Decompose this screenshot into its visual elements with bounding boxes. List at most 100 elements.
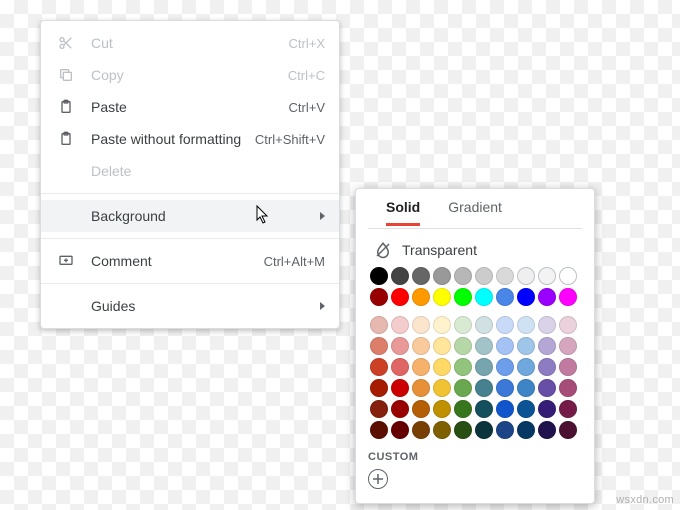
color-swatch[interactable] xyxy=(454,337,472,355)
color-swatch[interactable] xyxy=(475,337,493,355)
menu-item-guides[interactable]: Guides xyxy=(41,290,339,322)
menu-label: Paste xyxy=(91,99,289,115)
color-swatch[interactable] xyxy=(475,288,493,306)
color-swatch[interactable] xyxy=(496,267,514,285)
color-swatch[interactable] xyxy=(538,358,556,376)
color-swatch[interactable] xyxy=(433,421,451,439)
color-swatch[interactable] xyxy=(475,358,493,376)
color-swatch[interactable] xyxy=(517,358,535,376)
clipboard-icon xyxy=(55,99,77,115)
color-swatch[interactable] xyxy=(454,267,472,285)
color-swatch[interactable] xyxy=(391,400,409,418)
color-swatch[interactable] xyxy=(496,288,514,306)
color-swatch[interactable] xyxy=(475,421,493,439)
color-swatch[interactable] xyxy=(559,267,577,285)
color-swatch[interactable] xyxy=(412,267,430,285)
color-swatch[interactable] xyxy=(538,337,556,355)
color-swatch[interactable] xyxy=(391,288,409,306)
color-swatch[interactable] xyxy=(538,288,556,306)
color-swatch[interactable] xyxy=(391,337,409,355)
color-swatch[interactable] xyxy=(496,379,514,397)
menu-item-comment[interactable]: Comment Ctrl+Alt+M xyxy=(41,245,339,277)
color-swatch[interactable] xyxy=(496,421,514,439)
menu-item-paste-without-formatting[interactable]: Paste without formatting Ctrl+Shift+V xyxy=(41,123,339,155)
color-swatch[interactable] xyxy=(559,358,577,376)
color-swatch[interactable] xyxy=(559,379,577,397)
color-swatch[interactable] xyxy=(412,421,430,439)
menu-shortcut: Ctrl+C xyxy=(288,68,325,83)
color-swatch[interactable] xyxy=(538,400,556,418)
color-swatch[interactable] xyxy=(433,316,451,334)
color-swatch[interactable] xyxy=(412,337,430,355)
color-swatch[interactable] xyxy=(538,316,556,334)
color-swatch[interactable] xyxy=(517,288,535,306)
swatch-grid-grays xyxy=(368,267,582,285)
color-swatch[interactable] xyxy=(517,337,535,355)
color-swatch[interactable] xyxy=(517,267,535,285)
color-swatch[interactable] xyxy=(517,316,535,334)
color-swatch[interactable] xyxy=(370,337,388,355)
color-swatch[interactable] xyxy=(538,421,556,439)
color-swatch[interactable] xyxy=(370,379,388,397)
color-swatch[interactable] xyxy=(433,400,451,418)
color-swatch[interactable] xyxy=(496,358,514,376)
color-swatch[interactable] xyxy=(370,358,388,376)
color-swatch[interactable] xyxy=(370,400,388,418)
add-custom-color-button[interactable] xyxy=(368,469,388,489)
menu-separator xyxy=(41,283,339,284)
menu-separator xyxy=(41,193,339,194)
color-swatch[interactable] xyxy=(433,379,451,397)
color-swatch[interactable] xyxy=(454,358,472,376)
color-swatch[interactable] xyxy=(454,316,472,334)
color-swatch[interactable] xyxy=(391,316,409,334)
color-swatch[interactable] xyxy=(433,267,451,285)
custom-heading: CUSTOM xyxy=(368,451,582,463)
color-swatch[interactable] xyxy=(433,358,451,376)
color-swatch[interactable] xyxy=(412,288,430,306)
color-swatch[interactable] xyxy=(538,267,556,285)
color-swatch[interactable] xyxy=(559,421,577,439)
color-swatch[interactable] xyxy=(559,337,577,355)
color-swatch[interactable] xyxy=(433,288,451,306)
color-swatch[interactable] xyxy=(496,400,514,418)
color-swatch[interactable] xyxy=(475,400,493,418)
color-swatch[interactable] xyxy=(370,288,388,306)
color-swatch[interactable] xyxy=(454,379,472,397)
color-swatch[interactable] xyxy=(454,288,472,306)
color-swatch[interactable] xyxy=(391,267,409,285)
color-swatch[interactable] xyxy=(475,379,493,397)
color-swatch[interactable] xyxy=(559,288,577,306)
color-swatch[interactable] xyxy=(496,316,514,334)
color-swatch[interactable] xyxy=(391,421,409,439)
menu-item-paste[interactable]: Paste Ctrl+V xyxy=(41,91,339,123)
color-swatch[interactable] xyxy=(496,337,514,355)
color-swatch[interactable] xyxy=(517,379,535,397)
color-swatch[interactable] xyxy=(370,267,388,285)
color-swatch[interactable] xyxy=(559,400,577,418)
color-swatch[interactable] xyxy=(370,316,388,334)
color-swatch[interactable] xyxy=(517,421,535,439)
tab-solid[interactable]: Solid xyxy=(386,199,420,226)
color-swatch[interactable] xyxy=(391,379,409,397)
color-swatch[interactable] xyxy=(370,421,388,439)
tab-gradient[interactable]: Gradient xyxy=(448,199,502,223)
color-swatch[interactable] xyxy=(559,316,577,334)
color-swatch[interactable] xyxy=(433,337,451,355)
color-swatch[interactable] xyxy=(475,316,493,334)
color-tabs: Solid Gradient xyxy=(368,199,582,229)
color-swatch[interactable] xyxy=(412,358,430,376)
color-swatch[interactable] xyxy=(454,421,472,439)
color-swatch[interactable] xyxy=(412,316,430,334)
menu-item-background[interactable]: Background xyxy=(41,200,339,232)
color-swatch[interactable] xyxy=(475,267,493,285)
menu-label: Paste without formatting xyxy=(91,131,255,147)
color-swatch[interactable] xyxy=(412,379,430,397)
transparent-option[interactable]: Transparent xyxy=(368,237,582,267)
color-swatch[interactable] xyxy=(412,400,430,418)
color-swatch[interactable] xyxy=(454,400,472,418)
menu-item-delete: Delete xyxy=(41,155,339,187)
color-swatch[interactable] xyxy=(517,400,535,418)
color-swatch[interactable] xyxy=(391,358,409,376)
menu-label: Comment xyxy=(91,253,264,269)
color-swatch[interactable] xyxy=(538,379,556,397)
